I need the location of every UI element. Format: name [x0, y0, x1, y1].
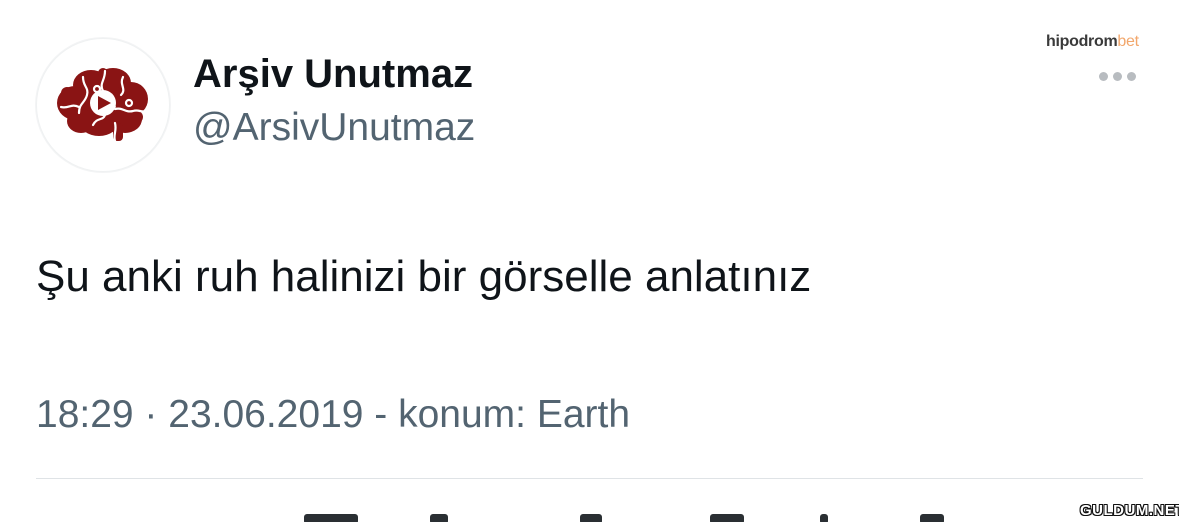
tweet-timestamp[interactable]: 18:29 · 23.06.2019 - konum: Earth — [36, 393, 630, 437]
brain-puzzle-play-icon — [57, 68, 149, 143]
cropped-next-row — [280, 510, 1000, 522]
more-horizontal-icon — [1098, 71, 1108, 81]
more-horizontal-icon-dot — [1126, 71, 1136, 81]
user-handle[interactable]: @ArsivUnutmaz — [193, 106, 475, 150]
brand-watermark-accent: bet — [1117, 33, 1139, 50]
brand-watermark-main: hipodrom — [1046, 33, 1118, 50]
more-options-button[interactable] — [1091, 66, 1143, 86]
tweet-text: Şu anki ruh halinizi bir görselle anlatı… — [36, 252, 812, 301]
brand-watermark: hipodrombet — [1046, 33, 1139, 51]
more-horizontal-icon-dot — [1112, 71, 1122, 81]
profile-avatar[interactable] — [36, 38, 170, 172]
site-watermark: GULDUM.NET — [1080, 502, 1179, 519]
display-name[interactable]: Arşiv Unutmaz — [193, 52, 473, 97]
divider — [36, 478, 1143, 479]
